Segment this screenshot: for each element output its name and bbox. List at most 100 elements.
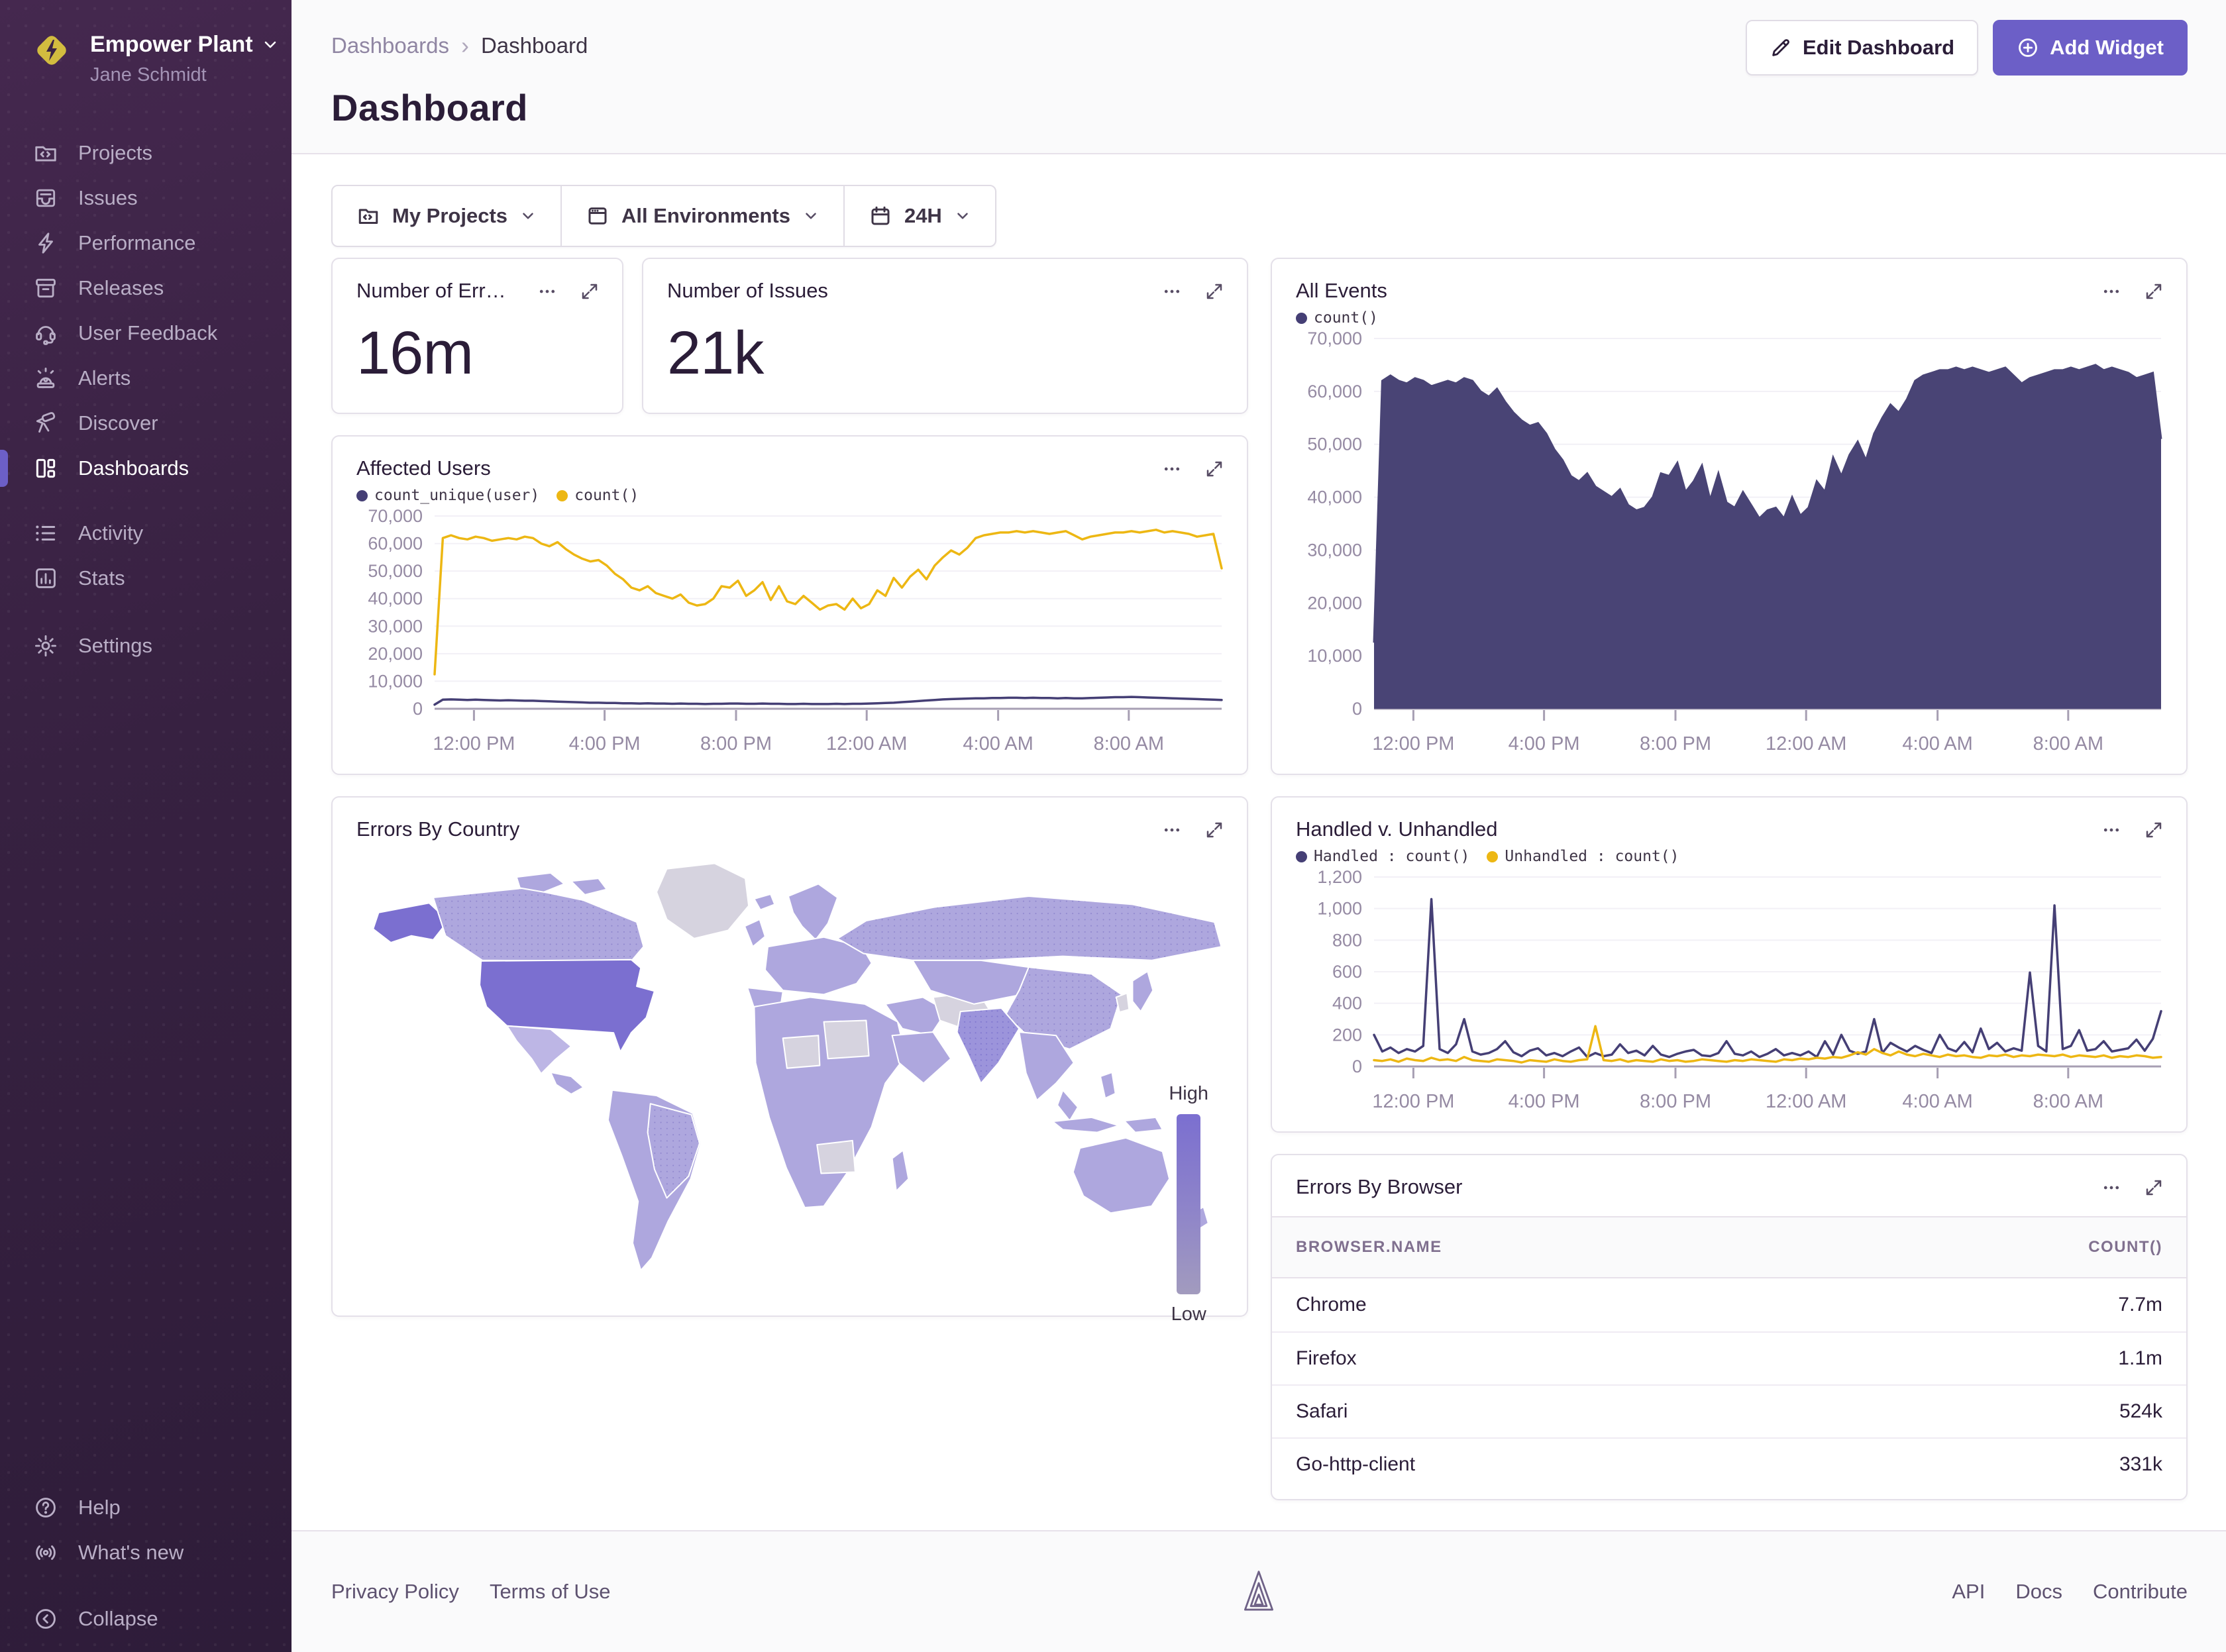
- gear-icon: [33, 633, 58, 658]
- legend-dot: [356, 490, 368, 501]
- user-name: Jane Schmidt: [90, 63, 278, 87]
- discover-icon: [33, 411, 58, 436]
- expand-icon[interactable]: [2144, 820, 2164, 840]
- ellipsis-icon[interactable]: [1162, 459, 1182, 479]
- docs-link[interactable]: Docs: [2015, 1580, 2062, 1604]
- world-map[interactable]: High Low: [333, 841, 1247, 1316]
- svg-text:1,200: 1,200: [1317, 867, 1362, 887]
- svg-text:0: 0: [1352, 699, 1362, 719]
- help-icon: [33, 1495, 58, 1520]
- affected-users-chart[interactable]: 010,00020,00030,00040,00050,00060,00070,…: [335, 504, 1242, 770]
- expand-icon[interactable]: [580, 282, 600, 301]
- chart-legend: count(): [1272, 303, 2186, 327]
- add-widget-button[interactable]: Add Widget: [1993, 20, 2188, 76]
- expand-icon[interactable]: [1204, 282, 1224, 301]
- date-range-filter[interactable]: 24H: [843, 186, 995, 246]
- user-feedback-icon: [33, 321, 58, 346]
- table-row[interactable]: Firefox 1.1m: [1272, 1331, 2186, 1384]
- widget-affected-users: Affected Users count_unique(user) count(…: [331, 435, 1248, 775]
- browser-table: BROWSER.NAME COUNT() Chrome 7.7m Firefox…: [1272, 1216, 2186, 1499]
- all-events-chart[interactable]: 010,00020,00030,00040,00050,00060,00070,…: [1275, 327, 2181, 770]
- sidebar-item-performance[interactable]: Performance: [0, 221, 292, 266]
- ellipsis-icon[interactable]: [2101, 1178, 2121, 1198]
- expand-icon[interactable]: [2144, 282, 2164, 301]
- dashboard-content: My Projects All Environments 24H: [292, 154, 2226, 1530]
- contribute-link[interactable]: Contribute: [2093, 1580, 2188, 1604]
- svg-text:60,000: 60,000: [368, 534, 423, 554]
- active-indicator: [0, 450, 8, 487]
- svg-text:10,000: 10,000: [1307, 646, 1362, 666]
- environment-filter[interactable]: All Environments: [560, 186, 843, 246]
- svg-text:40,000: 40,000: [1307, 488, 1362, 507]
- sidebar-item-projects[interactable]: Projects: [0, 130, 292, 176]
- svg-text:20,000: 20,000: [1307, 593, 1362, 613]
- country-mexico: [507, 1026, 571, 1074]
- expand-icon[interactable]: [2144, 1178, 2164, 1198]
- sidebar-bottom: Help What's new Collapse: [0, 1485, 292, 1641]
- sidebar-item-stats[interactable]: Stats: [0, 556, 292, 601]
- environment-window-icon: [586, 204, 610, 228]
- privacy-policy-link[interactable]: Privacy Policy: [331, 1580, 459, 1604]
- breadcrumb-current: Dashboard: [481, 33, 588, 58]
- map-color-legend: High Low: [1169, 1083, 1208, 1325]
- breadcrumb-dashboards[interactable]: Dashboards: [331, 33, 449, 58]
- ellipsis-icon[interactable]: [1162, 820, 1182, 840]
- handled-unhandled-chart[interactable]: 02004006008001,0001,20012:00 PM4:00 PM8:…: [1275, 865, 2181, 1128]
- sidebar-item-discover[interactable]: Discover: [0, 401, 292, 446]
- ellipsis-icon[interactable]: [537, 282, 557, 301]
- org-name: Empower Plant: [90, 30, 253, 59]
- expand-icon[interactable]: [1204, 459, 1224, 479]
- svg-text:8:00 AM: 8:00 AM: [1094, 733, 1164, 754]
- sidebar: Empower Plant Jane Schmidt Projects Issu…: [0, 0, 292, 1652]
- footer-links-right: API Docs Contribute: [1952, 1580, 2188, 1604]
- expand-icon[interactable]: [1204, 820, 1224, 840]
- sidebar-item-issues[interactable]: Issues: [0, 176, 292, 221]
- org-switcher[interactable]: Empower Plant Jane Schmidt: [0, 0, 292, 87]
- sidebar-collapse-button[interactable]: Collapse: [0, 1596, 292, 1641]
- ellipsis-icon[interactable]: [1162, 282, 1182, 301]
- api-link[interactable]: API: [1952, 1580, 1985, 1604]
- sidebar-item-dashboards[interactable]: Dashboards: [0, 446, 292, 491]
- sidebar-item-activity[interactable]: Activity: [0, 511, 292, 556]
- sidebar-item-whats-new[interactable]: What's new: [0, 1530, 292, 1575]
- svg-text:12:00 PM: 12:00 PM: [1372, 733, 1454, 754]
- table-row[interactable]: Safari 524k: [1272, 1384, 2186, 1437]
- svg-text:0: 0: [413, 699, 423, 719]
- widget-handled-v-unhandled: Handled v. Unhandled Handled : count() U…: [1271, 796, 2188, 1133]
- pencil-icon: [1770, 36, 1792, 59]
- country-canada: [433, 888, 643, 961]
- edit-dashboard-button[interactable]: Edit Dashboard: [1746, 20, 1978, 76]
- ellipsis-icon[interactable]: [2101, 282, 2121, 301]
- widget-title: Errors By Country: [356, 817, 519, 841]
- legend-dot: [1296, 313, 1307, 324]
- sidebar-item-alerts[interactable]: Alerts: [0, 356, 292, 401]
- country-japan: [1132, 971, 1153, 1011]
- table-row[interactable]: Go-http-client 331k: [1272, 1437, 2186, 1490]
- ellipsis-icon[interactable]: [2101, 820, 2121, 840]
- main-area: Dashboards › Dashboard Dashboard Edit Da…: [292, 0, 2226, 1652]
- big-number-value: 21k: [643, 303, 1247, 388]
- project-filter[interactable]: My Projects: [333, 186, 560, 246]
- svg-text:8:00 AM: 8:00 AM: [2033, 1091, 2103, 1112]
- terms-of-use-link[interactable]: Terms of Use: [490, 1580, 611, 1604]
- sidebar-item-user-feedback[interactable]: User Feedback: [0, 311, 292, 356]
- widget-title: Errors By Browser: [1296, 1175, 1462, 1199]
- svg-text:8:00 AM: 8:00 AM: [2033, 733, 2103, 754]
- activity-icon: [33, 521, 58, 546]
- table-row[interactable]: Chrome 7.7m: [1272, 1278, 2186, 1331]
- svg-text:4:00 AM: 4:00 AM: [1902, 733, 1972, 754]
- widget-title: Number of Err…: [356, 279, 506, 303]
- sidebar-item-settings[interactable]: Settings: [0, 623, 292, 668]
- chevron-down-icon: [802, 207, 820, 225]
- right-column: All Events count() 010,00020,00030,00040…: [1271, 258, 2188, 1500]
- footer-links-left: Privacy Policy Terms of Use: [331, 1580, 611, 1604]
- sidebar-item-help[interactable]: Help: [0, 1485, 292, 1530]
- svg-text:70,000: 70,000: [1307, 329, 1362, 348]
- legend-low-label: Low: [1171, 1304, 1206, 1325]
- svg-text:12:00 PM: 12:00 PM: [433, 733, 515, 754]
- breadcrumb-separator: ›: [461, 32, 469, 60]
- app-root: Empower Plant Jane Schmidt Projects Issu…: [0, 0, 2226, 1652]
- legend-dot: [1487, 851, 1498, 862]
- svg-text:200: 200: [1332, 1025, 1362, 1045]
- sidebar-item-releases[interactable]: Releases: [0, 266, 292, 311]
